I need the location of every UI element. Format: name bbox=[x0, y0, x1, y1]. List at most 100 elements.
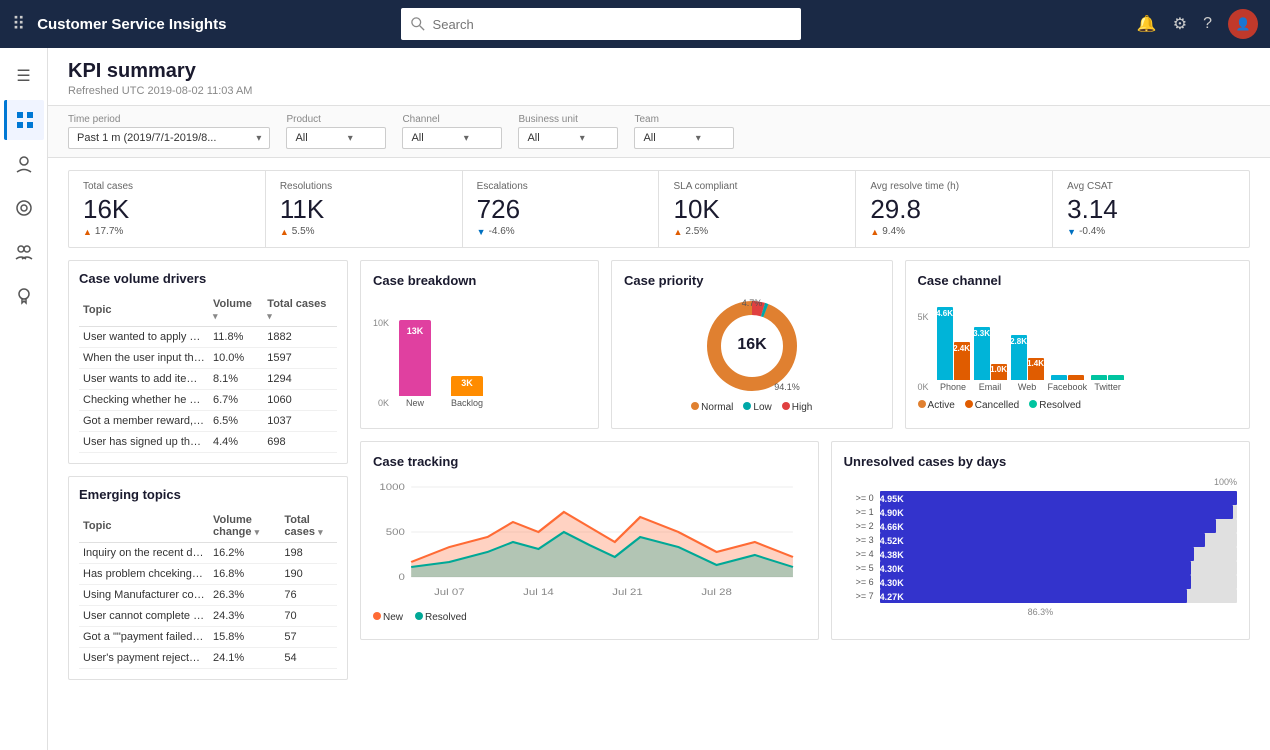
hbar-row: >= 7 4.27K bbox=[844, 589, 1237, 603]
nav-icons: 🔔 ⚙ ? 👤 bbox=[1137, 9, 1258, 39]
filter-product: Product All ▾ bbox=[286, 114, 386, 149]
sidebar-item-team[interactable] bbox=[4, 232, 44, 272]
table-row: User wants to add items t...8.1%1294 bbox=[79, 369, 337, 390]
filter-team: Team All ▾ bbox=[634, 114, 734, 149]
hbar-row: >= 6 4.30K bbox=[844, 575, 1237, 589]
kpi-card-3: SLA compliant 10K ▲ 2.5% bbox=[659, 171, 855, 247]
channel-legend: Active Cancelled Resolved bbox=[918, 400, 1237, 411]
page-header: KPI summary Refreshed UTC 2019-08-02 11:… bbox=[48, 48, 1270, 106]
sidebar-item-insights[interactable] bbox=[4, 188, 44, 228]
case-volume-drivers-card: Case volume drivers Topic Volume ▾ Total… bbox=[68, 260, 348, 464]
avatar[interactable]: 👤 bbox=[1228, 9, 1258, 39]
donut-chart: 16K bbox=[702, 296, 802, 396]
col-topic-et: Topic bbox=[79, 510, 209, 543]
svg-text:Jul 07: Jul 07 bbox=[434, 588, 465, 598]
emerging-topics-title: Emerging topics bbox=[79, 487, 337, 502]
svg-text:0: 0 bbox=[398, 573, 405, 583]
table-row: Checking whether he can r...6.7%1060 bbox=[79, 390, 337, 411]
hbar-row: >= 1 4.90K bbox=[844, 505, 1237, 519]
filter-business-unit: Business unit All ▾ bbox=[518, 114, 618, 149]
col-topic: Topic bbox=[79, 294, 209, 327]
sidebar-item-dashboard[interactable] bbox=[4, 100, 44, 140]
hbar-axis-bottom: 86.3% bbox=[844, 607, 1237, 617]
charts-bottom-row: Case tracking 1000 500 bbox=[360, 441, 1250, 640]
time-period-select[interactable]: Past 1 m (2019/7/1-2019/8... ▾ bbox=[68, 127, 270, 149]
table-row: Got a member reward, an...6.5%1037 bbox=[79, 411, 337, 432]
svg-text:500: 500 bbox=[386, 528, 405, 538]
tracking-legend: New Resolved bbox=[373, 612, 806, 623]
emerging-topics-card: Emerging topics Topic Volume change ▾ To… bbox=[68, 476, 348, 680]
table-row: Using Manufacturer coup...26.3%76 bbox=[79, 585, 337, 606]
gear-icon[interactable]: ⚙ bbox=[1173, 14, 1187, 34]
kpi-card-1: Resolutions 11K ▲ 5.5% bbox=[266, 171, 462, 247]
kpi-card-4: Avg resolve time (h) 29.8 ▲ 9.4% bbox=[856, 171, 1052, 247]
hbar-row: >= 3 4.52K bbox=[844, 533, 1237, 547]
chevron-down-icon: ▾ bbox=[256, 133, 261, 144]
svg-text:Jul 21: Jul 21 bbox=[612, 588, 643, 598]
table-row: Has problem chceking exp...16.8%190 bbox=[79, 564, 337, 585]
chevron-down-icon: ▾ bbox=[348, 133, 353, 144]
donut-legend: Normal Low High bbox=[691, 402, 812, 413]
hbar-row: >= 0 4.95K bbox=[844, 491, 1237, 505]
bell-icon[interactable]: 🔔 bbox=[1137, 14, 1157, 34]
chevron-down-icon: ▾ bbox=[580, 133, 585, 144]
sidebar: ☰ bbox=[0, 48, 48, 750]
case-channel-title: Case channel bbox=[918, 273, 1237, 288]
sidebar-item-suggestions[interactable] bbox=[4, 276, 44, 316]
svg-text:16K: 16K bbox=[737, 336, 767, 353]
top-nav: ⠿ Customer Service Insights 🔔 ⚙ ? 👤 bbox=[0, 0, 1270, 48]
table-row: User has signed up the ne...4.4%698 bbox=[79, 432, 337, 453]
search-icon bbox=[411, 17, 425, 31]
main-row: Case volume drivers Topic Volume ▾ Total… bbox=[68, 260, 1250, 680]
sidebar-item-menu[interactable]: ☰ bbox=[4, 56, 44, 96]
svg-text:Jul 28: Jul 28 bbox=[701, 588, 732, 598]
filter-channel: Channel All ▾ bbox=[402, 114, 502, 149]
chevron-down-icon: ▾ bbox=[696, 133, 701, 144]
team-select[interactable]: All ▾ bbox=[634, 127, 734, 149]
svg-text:1000: 1000 bbox=[379, 483, 405, 493]
hbar-axis-top: 100% bbox=[844, 477, 1237, 487]
help-icon[interactable]: ? bbox=[1203, 15, 1212, 33]
table-row: When the user input the c...10.0%1597 bbox=[79, 348, 337, 369]
search-input[interactable] bbox=[433, 17, 791, 32]
hbar-row: >= 4 4.38K bbox=[844, 547, 1237, 561]
charts-top-row: Case breakdown 10K0K 13K bbox=[360, 260, 1250, 429]
business-unit-select[interactable]: All ▾ bbox=[518, 127, 618, 149]
case-channel-card: Case channel 5K0K 4.6K bbox=[905, 260, 1250, 429]
search-bar[interactable] bbox=[401, 8, 801, 40]
case-tracking-chart: 1000 500 0 Ju bbox=[373, 477, 806, 607]
grid-icon[interactable]: ⠿ bbox=[12, 14, 25, 35]
filter-bar: Time period Past 1 m (2019/7/1-2019/8...… bbox=[48, 106, 1270, 158]
case-breakdown-title: Case breakdown bbox=[373, 273, 586, 288]
product-select[interactable]: All ▾ bbox=[286, 127, 386, 149]
dashboard: Total cases 16K ▲ 17.7% Resolutions 11K … bbox=[48, 158, 1270, 692]
left-panel: Case volume drivers Topic Volume ▾ Total… bbox=[68, 260, 348, 680]
case-volume-table: Topic Volume ▾ Total cases ▾ User wanted… bbox=[79, 294, 337, 453]
page-title: KPI summary bbox=[68, 60, 1250, 83]
col-cases: Total cases ▾ bbox=[263, 294, 337, 327]
sidebar-item-user[interactable] bbox=[4, 144, 44, 184]
filter-time-period: Time period Past 1 m (2019/7/1-2019/8...… bbox=[68, 114, 270, 149]
table-row: User cannot complete a p...24.3%70 bbox=[79, 606, 337, 627]
case-tracking-title: Case tracking bbox=[373, 454, 806, 469]
app-title: Customer Service Insights bbox=[37, 16, 226, 33]
col-cases-et: Total cases ▾ bbox=[280, 510, 337, 543]
main-content: KPI summary Refreshed UTC 2019-08-02 11:… bbox=[48, 48, 1270, 750]
table-row: User's payment rejected d...24.1%54 bbox=[79, 648, 337, 669]
case-tracking-card: Case tracking 1000 500 bbox=[360, 441, 819, 640]
table-row: Inquiry on the recent deal...16.2%198 bbox=[79, 543, 337, 564]
col-volume: Volume ▾ bbox=[209, 294, 263, 327]
right-charts: Case breakdown 10K0K 13K bbox=[360, 260, 1250, 680]
unresolved-title: Unresolved cases by days bbox=[844, 454, 1237, 469]
chevron-down-icon: ▾ bbox=[464, 133, 469, 144]
hbar-container: >= 0 4.95K >= 1 4.90K >= 2 4.66K >= 3 4.… bbox=[844, 491, 1237, 603]
kpi-card-5: Avg CSAT 3.14 ▼ -0.4% bbox=[1053, 171, 1249, 247]
refresh-subtitle: Refreshed UTC 2019-08-02 11:03 AM bbox=[68, 85, 1250, 97]
table-row: Got a ""payment failed""...15.8%57 bbox=[79, 627, 337, 648]
col-vol-change: Volume change ▾ bbox=[209, 510, 280, 543]
case-priority-card: Case priority bbox=[611, 260, 893, 429]
channel-select[interactable]: All ▾ bbox=[402, 127, 502, 149]
app-body: ☰ KPI summary Refreshed UTC 2019-08-02 1… bbox=[0, 48, 1270, 750]
case-breakdown-card: Case breakdown 10K0K 13K bbox=[360, 260, 599, 429]
kpi-row: Total cases 16K ▲ 17.7% Resolutions 11K … bbox=[68, 170, 1250, 248]
